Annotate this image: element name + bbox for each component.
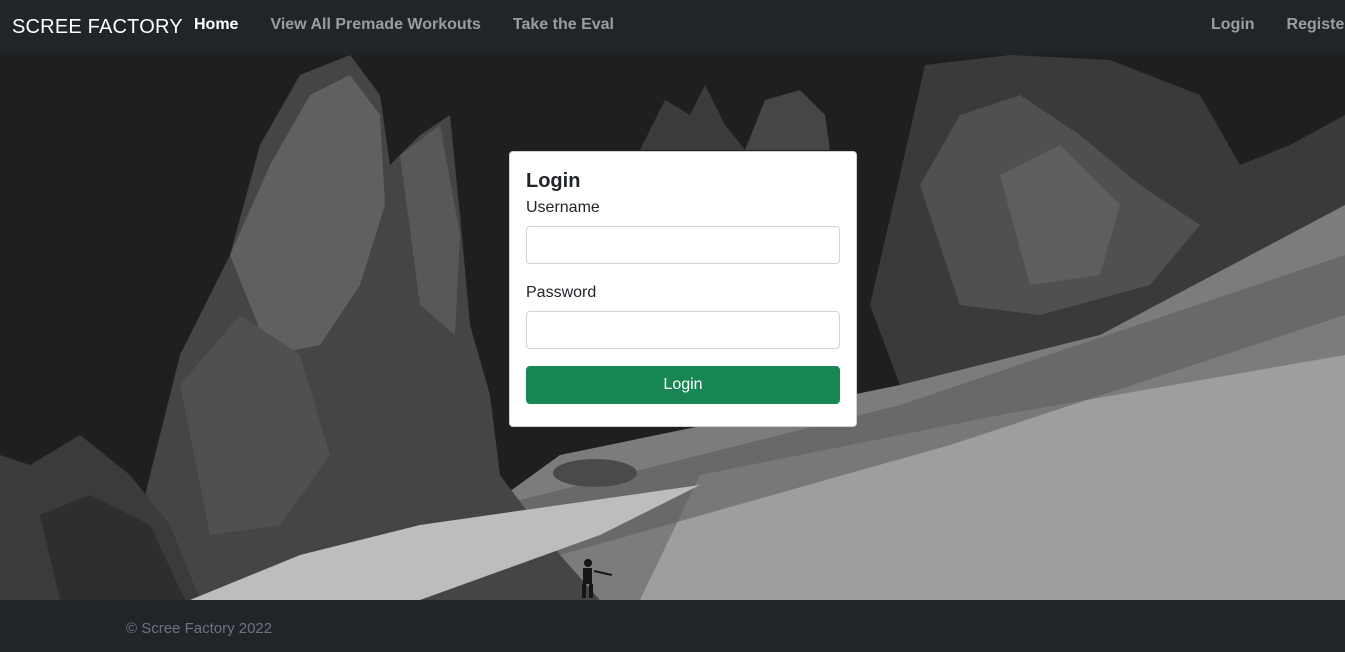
page-footer: © Scree Factory 2022 — [0, 600, 1345, 652]
password-label: Password — [526, 284, 597, 301]
nav-premade-workouts-link[interactable]: View All Premade Workouts — [270, 16, 480, 34]
nav-take-eval-link[interactable]: Take the Eval — [513, 16, 614, 34]
top-navbar: SCREE FACTORY Home View All Premade Work… — [0, 0, 1345, 55]
login-card: Login Username Password Login — [509, 151, 857, 427]
login-card-title: Login — [526, 170, 581, 192]
nav-links-left: Home View All Premade Workouts Take the … — [194, 16, 646, 34]
brand-logo-link[interactable]: SCREE FACTORY — [12, 16, 183, 39]
nav-links-right: Login Register — [1211, 16, 1345, 34]
username-input[interactable] — [526, 226, 840, 264]
password-input[interactable] — [526, 311, 840, 349]
nav-register-link[interactable]: Register — [1287, 16, 1345, 34]
username-label: Username — [526, 199, 600, 216]
nav-login-link[interactable]: Login — [1211, 16, 1255, 34]
footer-copyright: © Scree Factory 2022 — [126, 620, 273, 637]
login-submit-button[interactable]: Login — [526, 366, 840, 404]
nav-home-link[interactable]: Home — [194, 16, 238, 34]
